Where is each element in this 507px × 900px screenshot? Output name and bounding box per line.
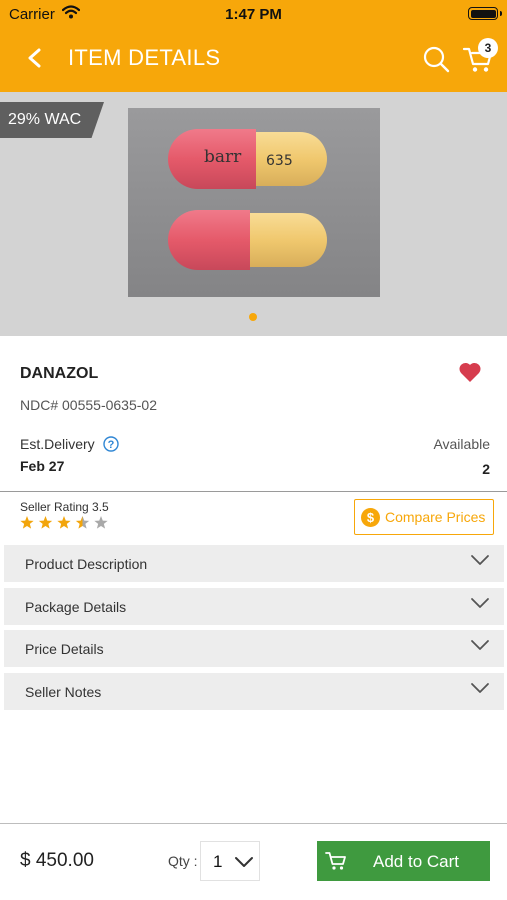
accordion-label: Product Description — [25, 556, 148, 572]
rating-star-icon — [75, 516, 90, 529]
chevron-down-icon — [471, 555, 489, 565]
quantity-dropdown[interactable]: 1 — [200, 841, 260, 881]
footer-divider — [0, 823, 507, 824]
chevron-down-icon — [471, 640, 489, 651]
available-label: Available — [433, 436, 490, 452]
add-to-cart-label: Add to Cart — [373, 852, 459, 871]
quantity-label: Qty : — [168, 853, 198, 869]
cart-icon — [325, 852, 346, 870]
pill-imprint-top: barr — [204, 147, 242, 167]
compare-prices-button[interactable]: $ Compare Prices — [354, 499, 494, 535]
seller-rating-stars — [20, 516, 108, 529]
status-bar: Carrier 1:47 PM — [0, 0, 507, 28]
help-question-icon[interactable]: ? — [103, 436, 119, 452]
accordion-label: Seller Notes — [25, 684, 102, 701]
item-price: $ 450.00 — [20, 850, 94, 871]
chevron-down-icon — [471, 683, 489, 693]
accordion-package-details[interactable]: Package Details — [4, 587, 504, 625]
chevron-down-icon — [235, 857, 253, 867]
quantity-value: 1 — [213, 852, 223, 871]
top-bar: Carrier 1:47 PM ITEM DETAILS 3 — [0, 0, 507, 92]
carousel-page-indicator[interactable] — [249, 313, 257, 321]
svg-text:$: $ — [367, 510, 375, 525]
accordion-product-description[interactable]: Product Description — [4, 545, 504, 582]
rating-star-icon — [94, 516, 108, 529]
svg-text:?: ? — [108, 439, 115, 451]
product-photo: barr 635 — [128, 108, 380, 297]
rating-star-icon — [38, 516, 53, 529]
est-delivery-date: Feb 27 — [20, 458, 65, 474]
section-divider — [0, 491, 507, 492]
available-count: 2 — [482, 461, 490, 477]
cart-count-badge: 3 — [478, 38, 498, 58]
accordion-label: Price Details — [25, 641, 104, 658]
rating-star-icon — [20, 516, 34, 529]
page-title: ITEM DETAILS — [68, 45, 221, 70]
product-name: DANAZOL — [20, 365, 99, 382]
accordion-price-details[interactable]: Price Details — [4, 630, 504, 668]
pill-number: 635 — [266, 153, 293, 169]
dollar-coin-icon: $ — [361, 508, 380, 527]
chevron-down-icon — [471, 597, 489, 608]
status-time: 1:47 PM — [225, 6, 282, 23]
seller-rating-label: Seller Rating 3.5 — [20, 500, 109, 514]
add-to-cart-button[interactable]: Add to Cart — [317, 841, 490, 881]
accordion-seller-notes[interactable]: Seller Notes — [4, 673, 504, 711]
compare-prices-label: Compare Prices — [385, 509, 486, 525]
wac-discount-badge: 29% WAC — [0, 102, 104, 138]
ndc-number: NDC# 00555-0635-02 — [20, 397, 157, 413]
back-arrow-icon[interactable] — [22, 44, 48, 72]
rating-star-icon — [57, 516, 71, 529]
favorite-heart-icon[interactable] — [458, 361, 482, 383]
search-icon[interactable] — [422, 45, 450, 73]
est-delivery-label: Est.Delivery — [20, 436, 95, 452]
product-image-carousel[interactable]: 29% WAC barr 635 — [0, 92, 507, 336]
accordion-label: Package Details — [25, 598, 127, 615]
battery-icon — [468, 7, 498, 20]
